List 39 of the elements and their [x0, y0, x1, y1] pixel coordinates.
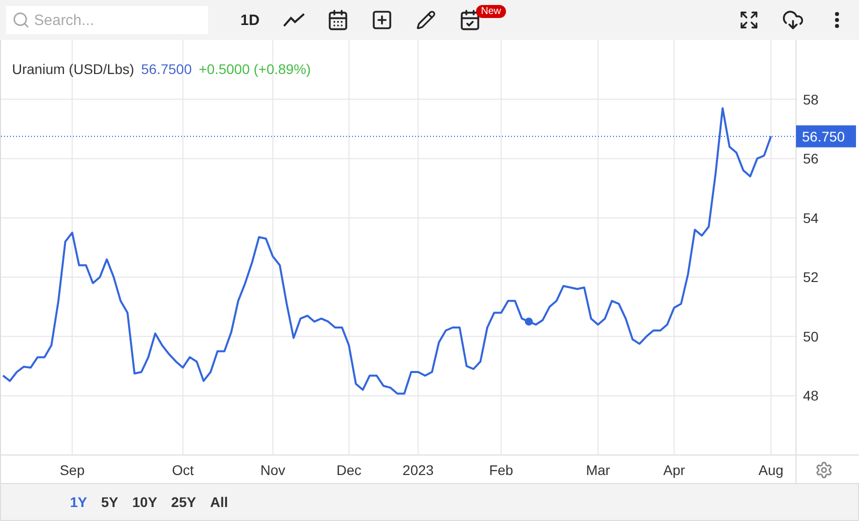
trend-line-icon	[283, 13, 305, 27]
cloud-download-icon	[782, 9, 804, 31]
range-button[interactable]: 1Y	[64, 490, 94, 514]
search-field[interactable]: Search...	[6, 6, 208, 34]
axis-label: Feb	[489, 462, 514, 478]
axis-label: Mar	[586, 462, 610, 478]
expand-icon	[739, 10, 759, 30]
axis-label: Dec	[336, 462, 362, 478]
price-value: 56.7500	[141, 61, 192, 77]
price-tag: 56.750	[796, 125, 856, 148]
price-change: +0.5000 (+0.89%)	[198, 61, 311, 77]
range-button[interactable]: All	[204, 490, 234, 514]
range-button[interactable]: 10Y	[126, 490, 164, 514]
range-button[interactable]: 25Y	[165, 490, 202, 514]
calendar-check-icon	[459, 9, 481, 31]
axis-label: Nov	[260, 462, 286, 478]
axis-label: 2023	[402, 462, 434, 478]
settings-icon[interactable]	[815, 461, 833, 479]
axis-label: 58	[803, 91, 819, 108]
axis-label: 50	[803, 328, 819, 344]
search-icon	[12, 11, 30, 29]
instrument-name: Uranium (USD/Lbs)	[12, 61, 134, 77]
interval-button[interactable]: 1D	[228, 4, 272, 36]
calendar-icon	[327, 9, 349, 31]
axis-label: Aug	[758, 462, 784, 478]
axis-label: Sep	[60, 462, 85, 478]
ref-line-label: 56.750	[802, 128, 846, 144]
plus-square-icon	[371, 9, 393, 31]
data-point-marker	[524, 318, 533, 326]
more-icon	[835, 12, 839, 28]
range-button[interactable]: 5Y	[95, 490, 124, 514]
axis-label: 54	[803, 210, 819, 226]
pencil-icon	[416, 10, 436, 30]
axis-label: Apr	[663, 462, 686, 478]
axis-label: 48	[803, 388, 819, 404]
axis-label: 52	[803, 269, 819, 286]
new-badge: New	[476, 5, 506, 18]
axis-label: 56	[803, 150, 819, 167]
axis-label: Oct	[172, 462, 194, 478]
